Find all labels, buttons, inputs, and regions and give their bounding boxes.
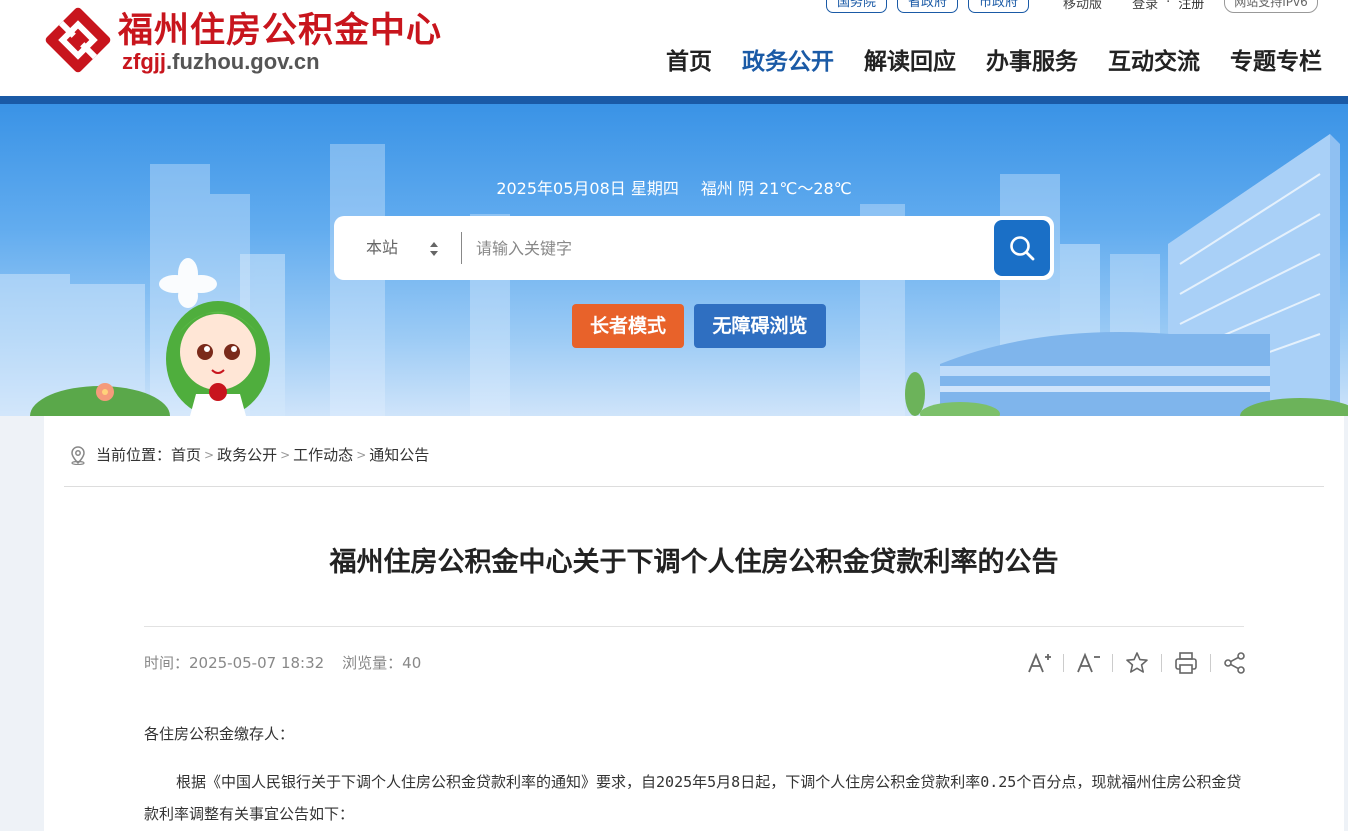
- breadcrumb-gov-affairs[interactable]: 政务公开: [217, 444, 277, 465]
- search-button[interactable]: [994, 220, 1050, 276]
- search-input[interactable]: [476, 230, 976, 266]
- search-box: 本站: [334, 216, 1054, 280]
- accessible-browse-button[interactable]: 无障碍浏览: [694, 304, 826, 348]
- domain-highlight: zfgjj: [122, 49, 166, 74]
- ipv6-badge: 网站支持IPv6: [1224, 0, 1318, 13]
- top-links: 国务院 省政府 市政府 移动版 登录 · 注册 网站支持IPv6: [826, 0, 1318, 13]
- print-button[interactable]: [1173, 650, 1199, 676]
- current-date: 2025年05月08日 星期四: [496, 179, 679, 198]
- location-pin-icon: [71, 445, 85, 465]
- share-button[interactable]: [1222, 650, 1248, 676]
- weather-info: 福州 阴 21℃～28℃: [700, 179, 852, 198]
- search-divider: [461, 232, 462, 264]
- breadcrumb-separator: >: [204, 447, 215, 462]
- main-nav: 首页 政务公开 解读回应 办事服务 互动交流 专题专栏: [666, 42, 1322, 76]
- date-weather: 2025年05月08日 星期四 福州 阴 21℃～28℃: [0, 175, 1348, 199]
- breadcrumb-home[interactable]: 首页: [171, 444, 201, 465]
- nav-item-topics[interactable]: 专题专栏: [1230, 42, 1322, 76]
- header-divider-bar: [0, 96, 1348, 104]
- search-scope-select[interactable]: 本站: [366, 216, 398, 280]
- article-title: 福州住房公积金中心关于下调个人住房公积金贷款利率的公告: [329, 547, 1059, 578]
- elder-mode-button[interactable]: 长者模式: [572, 304, 684, 348]
- domain-rest: .fuzhou.gov.cn: [166, 49, 320, 74]
- view-count: 浏览量：40: [342, 654, 422, 672]
- breadcrumb-separator: >: [356, 447, 367, 462]
- breadcrumb-notices[interactable]: 通知公告: [369, 444, 429, 465]
- site-name[interactable]: 福州住房公积金中心: [118, 2, 442, 53]
- font-decrease-icon: [1077, 652, 1100, 673]
- link-city-gov[interactable]: 市政府: [968, 0, 1030, 13]
- breadcrumb-prefix: 当前位置：: [96, 446, 172, 464]
- nav-item-services[interactable]: 办事服务: [986, 42, 1078, 76]
- nav-item-gov-affairs[interactable]: 政务公开: [742, 42, 834, 76]
- font-increase-button[interactable]: [1026, 650, 1052, 676]
- tool-divider: [1161, 654, 1162, 672]
- updown-arrow-icon[interactable]: [428, 240, 440, 258]
- article-paragraph: 根据《中国人民银行关于下调个人住房公积金贷款利率的通知》要求，自2025年5月8…: [144, 773, 1242, 823]
- link-register[interactable]: 注册: [1178, 0, 1204, 12]
- title-divider: [144, 626, 1244, 627]
- font-increase-icon: [1028, 652, 1051, 673]
- article-container: 当前位置： 首页 > 政务公开 > 工作动态 > 通知公告 福州住房公积金中心关…: [44, 416, 1344, 831]
- login-separator: ·: [1166, 0, 1171, 10]
- nav-item-interpretation[interactable]: 解读回应: [864, 42, 956, 76]
- link-login[interactable]: 登录: [1132, 0, 1158, 12]
- fzgjj-logo-icon[interactable]: [44, 6, 112, 74]
- link-mobile[interactable]: 移动版: [1063, 0, 1102, 12]
- link-state-council[interactable]: 国务院: [826, 0, 888, 13]
- site-header: 福州住房公积金中心 zfgjj.fuzhou.gov.cn 国务院 省政府 市政…: [0, 0, 1348, 96]
- font-decrease-button[interactable]: [1075, 650, 1101, 676]
- site-domain: zfgjj.fuzhou.gov.cn: [122, 49, 320, 75]
- breadcrumb-divider: [64, 486, 1324, 487]
- nav-item-home[interactable]: 首页: [666, 42, 712, 76]
- breadcrumb: 当前位置： 首页 > 政务公开 > 工作动态 > 通知公告: [68, 444, 429, 465]
- banner: 2025年05月08日 星期四 福州 阴 21℃～28℃ 本站 长者模式 无障碍浏…: [0, 104, 1348, 416]
- breadcrumb-work-news[interactable]: 工作动态: [293, 444, 353, 465]
- breadcrumb-separator: >: [280, 447, 291, 462]
- nav-item-interaction[interactable]: 互动交流: [1108, 42, 1200, 76]
- tool-divider: [1210, 654, 1211, 672]
- tool-divider: [1112, 654, 1113, 672]
- article-salutation: 各住房公积金缴存人：: [144, 725, 295, 743]
- tool-divider: [1063, 654, 1064, 672]
- share-icon: [1224, 652, 1245, 674]
- link-province-gov[interactable]: 省政府: [897, 0, 959, 13]
- article-tools: [1026, 650, 1248, 676]
- printer-icon: [1175, 652, 1197, 674]
- star-icon: [1126, 652, 1148, 673]
- publish-time: 时间：2025-05-07 18:32: [144, 654, 325, 672]
- search-icon: [1010, 236, 1035, 261]
- favorite-button[interactable]: [1124, 650, 1150, 676]
- article-meta: 时间：2025-05-07 18:32 浏览量：40: [144, 652, 421, 673]
